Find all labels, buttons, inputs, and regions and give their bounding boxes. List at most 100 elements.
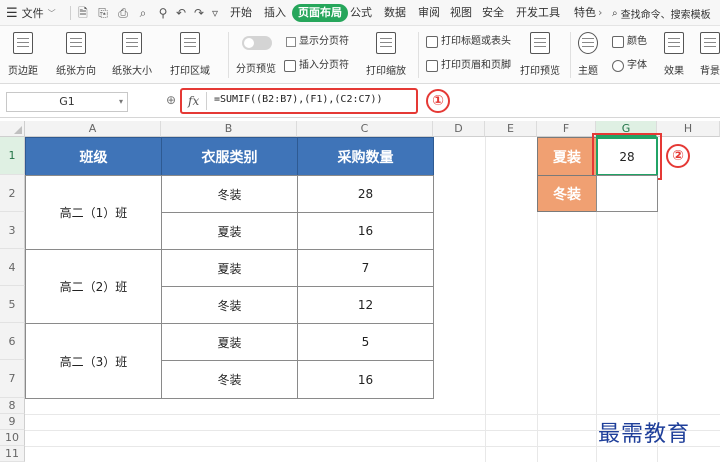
background-button[interactable]: 背景	[700, 32, 720, 77]
row-header-8[interactable]: 8	[0, 398, 25, 414]
effects-icon	[664, 32, 684, 54]
row-header-6[interactable]: 6	[0, 323, 25, 360]
clothing-type-cell[interactable]: 夏装	[161, 212, 298, 250]
row-header-7[interactable]: 7	[0, 360, 25, 398]
save-icon[interactable]: 🗎	[76, 5, 90, 21]
quantity-cell[interactable]: 5	[297, 323, 434, 361]
format-painter-icon[interactable]: ⚲	[156, 5, 170, 21]
row-header-9[interactable]: 9	[0, 414, 25, 430]
quantity-cell[interactable]: 7	[297, 249, 434, 287]
quantity-cell[interactable]: 12	[297, 286, 434, 324]
zoom-icon[interactable]: ⊕	[166, 93, 176, 107]
tab-formulas[interactable]: 公式	[350, 4, 372, 22]
theme-button[interactable]: 主题	[578, 32, 598, 77]
fx-icon[interactable]: fx	[188, 94, 199, 108]
name-box[interactable]: G1 ▾	[6, 92, 128, 112]
paper-size-label: 纸张大小	[112, 66, 152, 77]
clothing-type-cell[interactable]: 夏装	[161, 249, 298, 287]
tab-special[interactable]: 特色	[574, 4, 596, 22]
print-preview-button[interactable]: 打印预览	[520, 32, 560, 77]
command-search-label: 查找命令、搜索模板	[620, 9, 711, 21]
result-cell-g2[interactable]	[596, 175, 658, 212]
print-area-icon	[180, 32, 200, 54]
column-header-c[interactable]: C	[297, 121, 433, 137]
quantity-cell[interactable]: 16	[297, 360, 434, 399]
tab-review[interactable]: 审阅	[418, 4, 440, 22]
quantity-cell[interactable]: 28	[297, 175, 434, 213]
result-cell-g1[interactable]: 28	[592, 133, 662, 180]
command-search[interactable]: ⌕ 查找命令、搜索模板	[612, 4, 720, 22]
paper-size-button[interactable]: 纸张大小	[112, 32, 152, 77]
print-icon[interactable]: ⎙	[116, 5, 130, 21]
name-box-value: G1	[59, 95, 75, 108]
export-icon[interactable]: ⎘	[96, 5, 110, 21]
column-header-d[interactable]: D	[433, 121, 485, 137]
preview-icon[interactable]: ⌕	[136, 5, 150, 21]
column-header-e[interactable]: E	[485, 121, 537, 137]
divider	[418, 32, 419, 78]
quantity-cell[interactable]: 16	[297, 212, 434, 250]
tab-developer[interactable]: 开发工具	[516, 4, 560, 22]
fonts-button[interactable]: 字体	[612, 58, 647, 74]
row-header-2[interactable]: 2	[0, 175, 25, 212]
orientation-button[interactable]: 纸张方向	[56, 32, 96, 77]
show-page-breaks-checkbox[interactable]: 显示分页符	[286, 34, 349, 50]
tab-data[interactable]: 数据	[384, 4, 406, 22]
tab-view[interactable]: 视图	[450, 4, 472, 22]
formula-input[interactable]: =SUMIF((B2:B7),(F1),(C2:C7))	[214, 94, 383, 105]
tab-home[interactable]: 开始	[230, 4, 252, 22]
hamburger-icon: ☰	[6, 5, 18, 21]
class-cell[interactable]: 高二（2）班	[25, 249, 162, 324]
row-header-5[interactable]: 5	[0, 286, 25, 323]
clothing-type-cell[interactable]: 冬装	[161, 360, 298, 399]
chevron-down-icon: ▾	[118, 97, 123, 106]
column-header-b[interactable]: B	[161, 121, 297, 137]
theme-label: 主题	[578, 66, 598, 77]
chevron-right-icon[interactable]: ›	[598, 4, 602, 22]
print-header-footer-button[interactable]: 打印页眉和页脚	[426, 58, 511, 74]
margins-button[interactable]: 页边距	[8, 32, 38, 77]
criteria-cell-summer[interactable]: 夏装	[537, 137, 597, 176]
colors-button[interactable]: 颜色	[612, 34, 647, 50]
tab-page-layout[interactable]: 页面布局	[292, 4, 348, 22]
class-cell[interactable]: 高二（1）班	[25, 175, 162, 250]
print-area-button[interactable]: 打印区域	[170, 32, 210, 77]
undo-icon[interactable]: ↶	[174, 5, 188, 21]
select-all-corner[interactable]	[0, 121, 25, 137]
file-menu[interactable]: ☰ 文件 ﹀	[6, 5, 56, 21]
row-header-3[interactable]: 3	[0, 212, 25, 249]
effects-button[interactable]: 效果	[664, 32, 684, 77]
clothing-type-cell[interactable]: 冬装	[161, 175, 298, 213]
column-header-h[interactable]: H	[657, 121, 720, 137]
criteria-cell-winter[interactable]: 冬装	[537, 175, 597, 212]
redo-icon[interactable]: ↷	[192, 5, 206, 21]
print-titles-button[interactable]: 打印标题或表头	[426, 34, 511, 50]
customize-icon[interactable]: ▿	[208, 5, 222, 21]
insert-page-break-label: 插入分页符	[299, 60, 349, 71]
table-header-clothing-type[interactable]: 衣服类别	[161, 137, 298, 176]
fonts-icon	[612, 60, 624, 72]
clothing-type-cell[interactable]: 夏装	[161, 323, 298, 361]
row-header-10[interactable]: 10	[0, 430, 25, 446]
column-header-a[interactable]: A	[25, 121, 161, 137]
orientation-label: 纸张方向	[56, 66, 96, 77]
row-header-11[interactable]: 11	[0, 446, 25, 462]
column-header-g[interactable]: G	[596, 121, 657, 137]
class-cell[interactable]: 高二（3）班	[25, 323, 162, 399]
page-break-preview-label[interactable]: 分页预览	[236, 62, 276, 78]
row-header-4[interactable]: 4	[0, 249, 25, 286]
page-break-toggle[interactable]	[242, 36, 272, 50]
margins-icon	[13, 32, 33, 54]
print-scale-button[interactable]: 打印缩放	[366, 32, 406, 77]
clothing-type-cell[interactable]: 冬装	[161, 286, 298, 324]
insert-page-break-button[interactable]: 插入分页符	[284, 58, 349, 74]
column-header-f[interactable]: F	[537, 121, 596, 137]
table-header-class[interactable]: 班级	[25, 137, 162, 176]
print-area-label: 打印区域	[170, 66, 210, 77]
table-header-quantity[interactable]: 采购数量	[297, 137, 434, 176]
tab-insert[interactable]: 插入	[264, 4, 286, 22]
tab-security[interactable]: 安全	[482, 4, 504, 22]
paper-size-icon	[122, 32, 142, 54]
row-header-1[interactable]: 1	[0, 137, 25, 175]
file-menu-label: 文件	[21, 7, 44, 20]
